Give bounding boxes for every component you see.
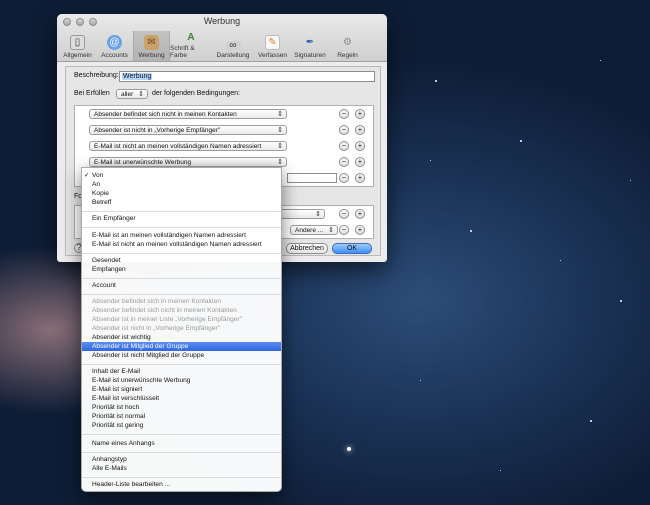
- menu-item-nicht-an-namen-adressiert[interactable]: E-Mail ist nicht an meinen vollständigen…: [82, 240, 281, 249]
- menu-separator: [82, 278, 281, 279]
- menu-item-in-vorherige-empfaenger: Absender ist in meiner Liste „Vorherige …: [92, 316, 243, 323]
- window-title: Werbung: [203, 16, 241, 26]
- menu-item-alle-emails[interactable]: Alle E-Mails: [82, 464, 281, 473]
- add-condition-button[interactable]: +: [355, 173, 365, 183]
- condition-row: E-Mail ist nicht an meinen vollständigen…: [75, 140, 373, 156]
- menu-item-an-namen-adressiert[interactable]: E-Mail ist an meinen vollständigen Namen…: [82, 231, 281, 240]
- if-label: Bei Erfüllen: [74, 90, 110, 97]
- pencil-paper-icon: ✎: [265, 35, 280, 50]
- menu-item-account[interactable]: Account: [82, 281, 281, 290]
- at-sign-icon: @: [107, 35, 122, 50]
- remove-action-button[interactable]: −: [339, 209, 349, 219]
- condition-select[interactable]: E-Mail ist nicht an meinen vollständigen…: [89, 141, 287, 151]
- menu-item-signiert[interactable]: E-Mail ist signiert: [82, 385, 281, 394]
- tab-label: Schrift & Farbe: [170, 45, 195, 59]
- remove-action-button[interactable]: −: [339, 225, 349, 235]
- menu-item-kopie[interactable]: Kopie: [82, 189, 281, 198]
- checkmark-icon: ✓: [84, 172, 90, 179]
- menu-separator: [82, 364, 281, 365]
- menu-item-empfangen[interactable]: Empfangen: [82, 265, 281, 274]
- phone-switch-icon: ▯: [70, 35, 85, 50]
- menu-item-mitglied-der-gruppe[interactable]: Absender ist Mitglied der Gruppe: [82, 342, 281, 351]
- menu-item-verschluesselt[interactable]: E-Mail ist verschlüsselt: [82, 394, 281, 403]
- menu-separator: [82, 434, 281, 435]
- menu-item-in-kontakten: Absender befindet sich in meinen Kontakt…: [92, 298, 222, 305]
- menu-item-anhangstyp[interactable]: Anhangstyp: [82, 455, 281, 464]
- tab-label: Allgemein: [63, 52, 92, 59]
- add-action-button[interactable]: +: [355, 209, 365, 219]
- tab-darstellung[interactable]: ∞ Darstellung: [212, 31, 254, 61]
- preferences-toolbar: ▯ Allgemein @ Accounts ✉ Werbung A Schrift &…: [59, 31, 366, 61]
- remove-condition-button[interactable]: −: [339, 109, 349, 119]
- tab-label: Verfassen: [258, 52, 287, 59]
- stamp-icon: ✉: [144, 35, 159, 50]
- fonts-icon: A: [187, 31, 195, 43]
- menu-item-prioritaet-gering[interactable]: Priorität ist gering: [82, 421, 281, 430]
- remove-condition-button[interactable]: −: [339, 125, 349, 135]
- menu-item-prioritaet-hoch[interactable]: Priorität ist hoch: [82, 403, 281, 412]
- description-field[interactable]: Werbung: [119, 71, 375, 82]
- description-label: Beschreibung:: [74, 72, 119, 79]
- titlebar: Werbung ▯ Allgemein @ Accounts ✉ Werbung AS…: [57, 14, 387, 62]
- tab-label: Darstellung: [216, 52, 250, 59]
- tab-schrift-farbe[interactable]: A Schrift & Farbe: [170, 31, 212, 61]
- tab-label: Signaturen: [294, 52, 326, 59]
- menu-item-unerwuenschte-werbung[interactable]: E-Mail ist unerwünschte Werbung: [82, 376, 281, 385]
- all-any-select[interactable]: aller: [116, 89, 148, 99]
- add-condition-button[interactable]: +: [355, 141, 365, 151]
- menu-item-betreff[interactable]: Betreff: [82, 198, 281, 207]
- menu-item-von[interactable]: ✓ Von: [82, 171, 281, 180]
- tab-werbung[interactable]: ✉ Werbung: [133, 31, 170, 61]
- action-select[interactable]: [275, 209, 325, 219]
- tab-allgemein[interactable]: ▯ Allgemein: [59, 31, 96, 61]
- condition-select[interactable]: Absender ist nicht in „Vorherige Empfäng…: [89, 125, 287, 135]
- condition-dropdown-menu: ✓ Von An Kopie Betreff Ein Empfänger E-Ma…: [81, 167, 282, 492]
- add-condition-button[interactable]: +: [355, 125, 365, 135]
- tab-label: Accounts: [101, 52, 128, 59]
- glasses-icon: ∞: [225, 40, 241, 51]
- menu-item-an[interactable]: An: [82, 180, 281, 189]
- remove-condition-button[interactable]: −: [339, 141, 349, 151]
- add-action-button[interactable]: +: [355, 225, 365, 235]
- condition-row: Absender befindet sich nicht in meinen K…: [75, 108, 373, 124]
- menu-separator: [82, 211, 281, 212]
- menu-item-nicht-in-kontakten: Absender befindet sich nicht in meinen K…: [92, 307, 237, 314]
- menu-item-gesendet[interactable]: Gesendet: [82, 256, 281, 265]
- menu-item-prioritaet-normal[interactable]: Priorität ist normal: [82, 412, 281, 421]
- remove-condition-button[interactable]: −: [339, 157, 349, 167]
- condition-select[interactable]: E-Mail ist unerwünschte Werbung: [89, 157, 287, 167]
- menu-separator: [82, 452, 281, 453]
- menu-item-name-eines-anhangs[interactable]: Name eines Anhangs: [82, 439, 281, 448]
- rules-icon: ⚙: [343, 37, 352, 48]
- tab-accounts[interactable]: @ Accounts: [96, 31, 133, 61]
- menu-separator: [82, 227, 281, 228]
- menu-separator: [82, 477, 281, 478]
- remove-condition-button[interactable]: −: [339, 173, 349, 183]
- menu-separator: [82, 253, 281, 254]
- signature-pen-icon: ✒: [305, 37, 315, 48]
- menu-item-header-liste-bearbeiten[interactable]: Header-Liste bearbeiten ...: [82, 480, 281, 489]
- tab-label: Regeln: [337, 52, 358, 59]
- menu-item-absender-wichtig[interactable]: Absender ist wichtig: [82, 333, 281, 342]
- ok-button[interactable]: OK: [332, 243, 372, 254]
- condition-row: Absender ist nicht in „Vorherige Empfäng…: [75, 124, 373, 140]
- menu-item-nicht-in-vorherige-empfaenger: Absender ist nicht in „Vorherige Empfäng…: [92, 325, 221, 332]
- menu-item-label: Von: [92, 172, 104, 179]
- add-condition-button[interactable]: +: [355, 109, 365, 119]
- menu-separator: [82, 294, 281, 295]
- menu-item-nicht-mitglied-der-gruppe[interactable]: Absender ist nicht Mitglied der Gruppe: [82, 351, 281, 360]
- description-value: Werbung: [122, 73, 153, 80]
- condition-select[interactable]: Absender befindet sich nicht in meinen K…: [89, 109, 287, 119]
- tab-signaturen[interactable]: ✒ Signaturen: [291, 31, 329, 61]
- condition-value-field[interactable]: [287, 173, 337, 183]
- if-suffix: der folgenden Bedingungen:: [152, 90, 240, 97]
- cancel-button[interactable]: Abbrechen: [286, 243, 328, 254]
- menu-item-ein-empfaenger[interactable]: Ein Empfänger: [82, 214, 281, 223]
- add-condition-button[interactable]: +: [355, 157, 365, 167]
- tab-label: Werbung: [138, 52, 165, 59]
- other-select[interactable]: Andere ...: [290, 225, 338, 235]
- tab-verfassen[interactable]: ✎ Verfassen: [254, 31, 291, 61]
- tab-regeln[interactable]: ⚙ Regeln: [329, 31, 366, 61]
- menu-item-inhalt[interactable]: Inhalt der E-Mail: [82, 367, 281, 376]
